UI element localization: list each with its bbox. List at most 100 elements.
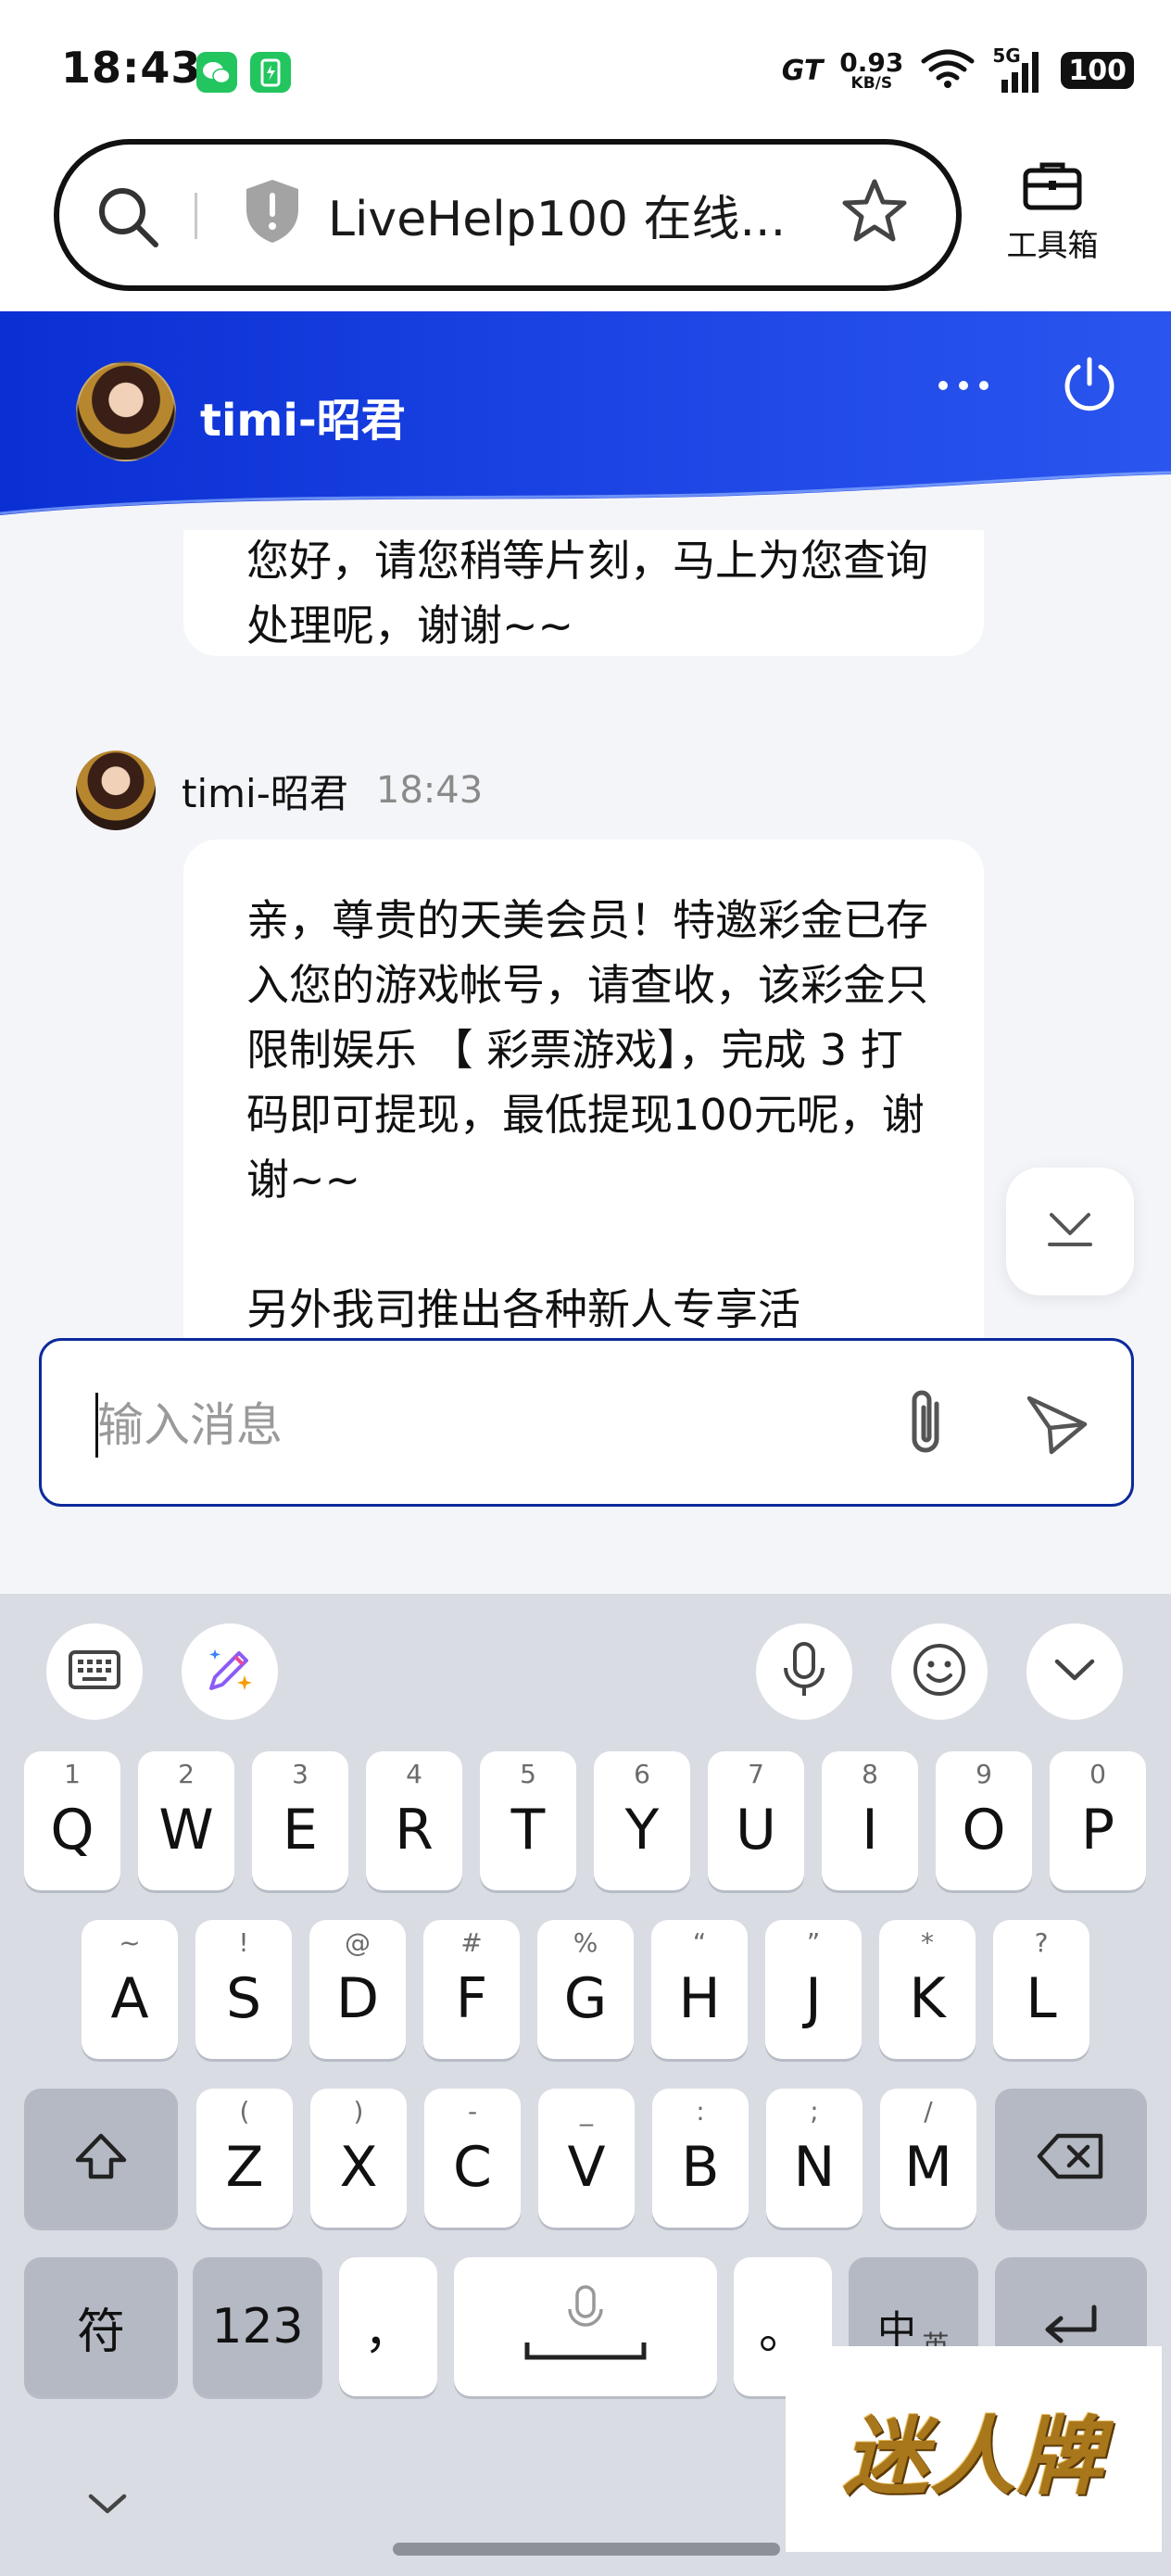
key-b[interactable]: :B (652, 2089, 749, 2228)
enter-icon (1039, 2302, 1103, 2352)
key-label: B (681, 2135, 720, 2200)
key-label: H (678, 1966, 721, 2031)
watermark-logo: 迷人牌 (786, 2346, 1162, 2552)
page-title[interactable]: LiveHelp100 在线... (328, 180, 786, 249)
key-label: I (862, 1798, 878, 1863)
key-secondary-label: 8 (862, 1759, 878, 1789)
key-label: X (339, 2135, 378, 2200)
key-secondary-label: 6 (634, 1759, 650, 1789)
chevron-down-icon[interactable] (85, 2491, 130, 2522)
key-secondary-label: ” (806, 1927, 821, 1958)
key-label: O (962, 1798, 1006, 1863)
key-secondary-label: - (467, 2096, 478, 2127)
key-label: S (225, 1966, 262, 2031)
key-p[interactable]: 0P (1050, 1751, 1146, 1890)
shield-icon[interactable] (241, 176, 304, 250)
backspace-icon (1036, 2132, 1106, 2184)
scroll-down-button[interactable] (1006, 1168, 1134, 1295)
numeric-key-label: 123 (211, 2299, 304, 2355)
key-m[interactable]: / M (880, 2089, 976, 2228)
backspace-key[interactable] (995, 2089, 1147, 2228)
key-n[interactable]: ; N (766, 2089, 863, 2228)
network-brand: GT (781, 54, 824, 87)
message-paragraph: 亲，尊贵的天美会员！特邀彩金已存入您的游戏帐号，请查收，该彩金只限制娱乐 【 彩… (246, 895, 928, 1205)
key-secondary-label: ! (238, 1927, 249, 1958)
key-label: T (510, 1798, 546, 1863)
composer: 输入消息 (0, 1338, 1171, 1594)
key-z[interactable]: (Z (196, 2089, 293, 2228)
search-icon[interactable] (93, 182, 163, 256)
more-icon[interactable] (936, 376, 991, 398)
toolbox-button[interactable]: 工具箱 (995, 158, 1110, 265)
status-time: 18:43 (61, 43, 202, 93)
message-header: timi-昭君 18:43 (76, 751, 483, 830)
collapse-keyboard-button[interactable] (1026, 1623, 1123, 1720)
ai-write-button[interactable] (182, 1623, 278, 1720)
symbol-key[interactable]: 符 (24, 2257, 178, 2396)
key-label: E (283, 1798, 318, 1863)
send-icon[interactable] (1024, 1391, 1090, 1461)
key-u[interactable]: 7U (708, 1751, 804, 1890)
message-bubble: 亲，尊贵的天美会员！特邀彩金已存入您的游戏帐号，请查收，该彩金只限制娱乐 【 彩… (183, 840, 984, 1338)
key-r[interactable]: 4R (366, 1751, 462, 1890)
network-speed: 0.93 KB/S (839, 46, 904, 92)
key-x[interactable]: ) X (310, 2089, 407, 2228)
emoji-button[interactable] (891, 1623, 988, 1720)
key-label: C (453, 2135, 492, 2200)
key-j[interactable]: ” J (765, 1920, 862, 2059)
star-icon[interactable] (837, 174, 912, 252)
attach-icon[interactable] (898, 1383, 957, 1465)
key-secondary-label: 4 (406, 1759, 422, 1789)
message-input[interactable]: 输入消息 (39, 1338, 1134, 1507)
key-v[interactable]: _ V (538, 2089, 635, 2228)
network-speed-value: 0.93 (839, 46, 904, 78)
key-a[interactable]: ~ A (82, 1920, 178, 2059)
key-e[interactable]: 3E (252, 1751, 348, 1890)
key-secondary-label: : (696, 2096, 705, 2127)
status-bar: 18:43 GT 0.93 KB/S 5G 100 (0, 0, 1171, 139)
power-icon[interactable] (1060, 354, 1119, 417)
address-bar-divider (195, 193, 197, 239)
key-label: A (110, 1966, 149, 2031)
space-key[interactable] (454, 2257, 717, 2396)
message-bubble: 您好，请您稍等片刻，马上为您查询处理呢，谢谢~~ (183, 530, 984, 656)
cellular-signal-icon: 5G (992, 44, 1044, 95)
key-i[interactable]: 8I (822, 1751, 918, 1890)
key-secondary-label: 3 (292, 1759, 308, 1789)
collapse-icon (1051, 1656, 1098, 1687)
toolbox-icon (1020, 162, 1085, 217)
key-g[interactable]: % G (537, 1920, 634, 2059)
key-f[interactable]: # F (423, 1920, 520, 2059)
shift-key[interactable] (24, 2089, 178, 2228)
key-c[interactable]: -C (424, 2089, 521, 2228)
key-s[interactable]: ! S (195, 1920, 292, 2059)
key-w[interactable]: 2W (138, 1751, 234, 1890)
message-list[interactable]: 您好，请您稍等片刻，马上为您查询处理呢，谢谢~~ timi-昭君 18:43 亲… (0, 530, 1171, 1338)
key-l[interactable]: ? L (993, 1920, 1089, 2059)
key-q[interactable]: 1Q (24, 1751, 120, 1890)
key-d[interactable]: @ D (309, 1920, 406, 2059)
voice-input-button[interactable] (756, 1623, 852, 1720)
header-wave (0, 471, 1171, 530)
message-time: 18:43 (375, 769, 484, 812)
numeric-key[interactable]: 123 (193, 2257, 322, 2396)
comma-key-label: ， (363, 2304, 412, 2360)
key-o[interactable]: 9O (936, 1751, 1032, 1890)
key-k[interactable]: * K (879, 1920, 976, 2059)
comma-key[interactable]: ， (339, 2257, 437, 2396)
message-paragraph: 另外我司推出各种新人专享活 (246, 1284, 800, 1334)
key-y[interactable]: 6Y (594, 1751, 690, 1890)
address-bar[interactable]: LiveHelp100 在线... (54, 139, 962, 291)
wifi-icon (920, 48, 976, 93)
key-label: D (335, 1966, 380, 2031)
key-t[interactable]: 5T (480, 1751, 576, 1890)
key-label: R (395, 1798, 434, 1863)
home-indicator[interactable] (393, 2543, 780, 2556)
key-h[interactable]: “H (651, 1920, 748, 2059)
key-secondary-label: # (460, 1927, 483, 1958)
message-text: 亲，尊贵的天美会员！特邀彩金已存入您的游戏帐号，请查收，该彩金只限制娱乐 【 彩… (246, 888, 932, 1338)
keyboard-switch-button[interactable] (46, 1623, 143, 1720)
wechat-notification-icon (196, 52, 237, 93)
watermark-text: 迷人牌 (842, 2406, 1104, 2507)
message-input-placeholder: 输入消息 (97, 1398, 283, 1452)
